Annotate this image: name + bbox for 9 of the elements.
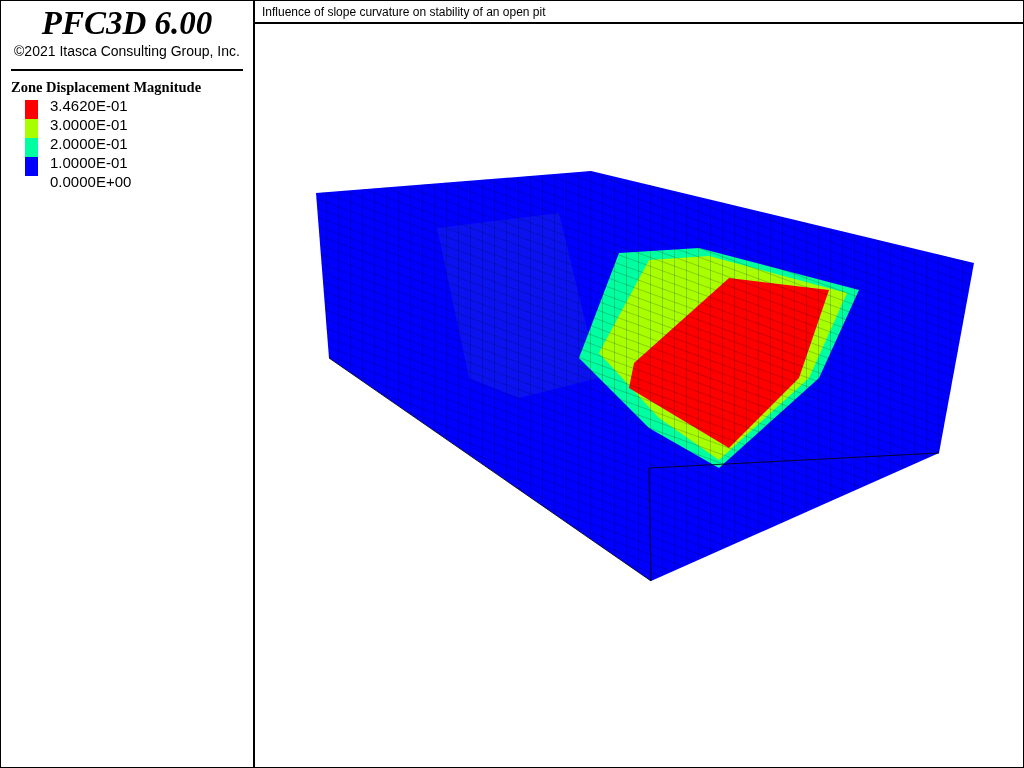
copyright-text: ©2021 Itasca Consulting Group, Inc.: [13, 43, 241, 59]
plot-title: Influence of slope curvature on stability of an open pit: [255, 1, 1023, 24]
legend-value: 3.4620E-01: [50, 96, 129, 115]
legend-value: 2.0000E-01: [50, 134, 129, 153]
legend-value: 1.0000E-01: [50, 153, 129, 172]
app-title: PFC3D 6.00: [40, 5, 214, 41]
legend-title: Zone Displacement Magnitude: [11, 79, 203, 96]
legend-value: 3.0000E-01: [50, 115, 129, 134]
legend-value: 0.0000E+00: [50, 172, 132, 191]
